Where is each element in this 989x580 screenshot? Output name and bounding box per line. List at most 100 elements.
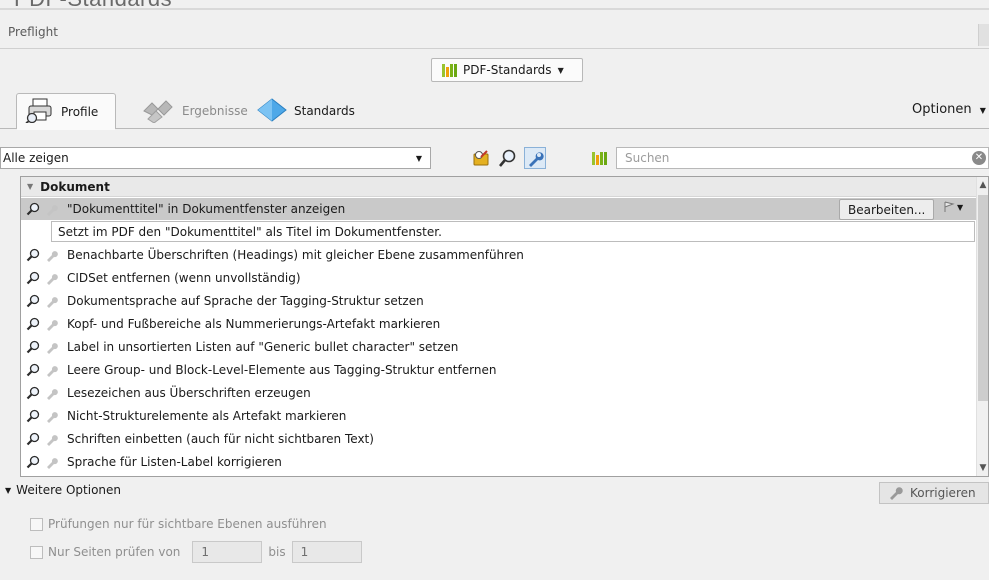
filter-select[interactable]: Alle zeigen ▼	[0, 147, 431, 169]
magnifier-icon	[25, 455, 40, 470]
expand-triangle-icon: ▼	[5, 485, 12, 495]
list-item-label: Benachbarte Überschriften (Headings) mit…	[67, 248, 524, 262]
flag-icon	[944, 201, 955, 212]
list-item[interactable]: Sprache für Listen-Label korrigieren	[21, 451, 976, 473]
list-scrollbar[interactable]: ▲ ▼	[976, 177, 988, 476]
wrench-icon	[44, 455, 59, 470]
wrench-icon	[44, 432, 59, 447]
options-button[interactable]: Optionen ▼	[912, 102, 986, 117]
pdf-standards-label: PDF-Standards	[463, 63, 552, 77]
magnifier-icon	[25, 386, 40, 401]
page-range-label: Nur Seiten prüfen von	[48, 545, 181, 559]
group-label: Dokument	[40, 179, 110, 194]
scroll-down-icon[interactable]: ▼	[977, 463, 988, 473]
collapse-triangle-icon: ▼	[27, 182, 34, 191]
wrench-icon	[44, 363, 59, 378]
wrench-icon	[44, 271, 59, 286]
list-item-label: Kopf- und Fußbereiche als Nummerierungs-…	[67, 317, 441, 331]
chevron-down-icon: ▼	[415, 153, 422, 163]
scroll-up-icon[interactable]: ▲	[977, 180, 988, 190]
tab-profile[interactable]: Profile	[16, 93, 116, 129]
list-item[interactable]: Lesezeichen aus Überschriften erzeugen	[21, 382, 976, 404]
list-item-label: Nicht-Strukturelemente als Artefakt mark…	[67, 409, 347, 423]
wrench-icon	[44, 317, 59, 332]
list-item[interactable]: Label in unsortierten Listen auf "Generi…	[21, 336, 976, 358]
magnifier-icon	[25, 271, 40, 286]
magnifier-icon	[25, 432, 40, 447]
magnifier-icon[interactable]	[497, 147, 519, 169]
window-title: Preflight	[8, 25, 58, 39]
magnifier-icon	[25, 409, 40, 424]
fix-button[interactable]: Korrigieren	[879, 482, 989, 504]
to-label: bis	[268, 545, 286, 559]
pdf-standards-dropdown[interactable]: PDF-Standards ▼	[431, 58, 583, 82]
list-item-label: Dokumentsprache auf Sprache der Tagging-…	[67, 294, 424, 308]
page-range-checkbox[interactable]	[30, 545, 43, 559]
wrench-icon	[44, 248, 59, 263]
list-item-label: Sprache für Listen-Label korrigieren	[67, 455, 282, 469]
list-item[interactable]: Dokumentsprache auf Sprache der Tagging-…	[21, 290, 976, 312]
list-item[interactable]: Leere Group- und Block-Level-Elemente au…	[21, 359, 976, 381]
list-item[interactable]: Schriften einbetten (auch für nicht sich…	[21, 428, 976, 450]
wrench-icon	[44, 294, 59, 309]
tab-standards-label: Standards	[294, 104, 355, 118]
tab-standards[interactable]: Standards	[256, 93, 355, 129]
magnifier-icon	[25, 340, 40, 355]
standards-diamond-icon	[256, 97, 288, 126]
magnifier-icon	[25, 294, 40, 309]
fixup-list: ▼ Dokument "Dokumenttitel" in Dokumentfe…	[20, 176, 989, 477]
scrollbar-thumb[interactable]	[978, 195, 988, 401]
list-item-label: Schriften einbetten (auch für nicht sich…	[67, 432, 374, 446]
search-input[interactable]: Suchen	[616, 147, 989, 169]
wrench-fix-icon[interactable]	[524, 147, 546, 169]
wrench-icon	[44, 340, 59, 355]
options-label: Optionen	[912, 102, 972, 117]
magnifier-icon	[25, 248, 40, 263]
list-item[interactable]: Benachbarte Überschriften (Headings) mit…	[21, 244, 976, 266]
more-options-toggle[interactable]: ▼ Weitere Optionen	[5, 483, 121, 497]
clear-search-icon[interactable]: ✕	[972, 151, 986, 165]
profile-printer-icon	[25, 97, 55, 126]
title-divider	[0, 48, 989, 49]
fix-button-label: Korrigieren	[910, 486, 976, 500]
wrench-icon	[44, 202, 59, 217]
wrench-icon	[888, 484, 904, 503]
item-description: Setzt im PDF den "Dokumenttitel" als Tit…	[51, 221, 975, 242]
check-profile-icon[interactable]	[470, 147, 492, 169]
tab-results[interactable]: Ergebnisse	[140, 93, 248, 129]
visible-layers-checkbox[interactable]	[30, 517, 43, 531]
list-item-selected[interactable]: "Dokumenttitel" in Dokumentfenster anzei…	[21, 198, 976, 220]
list-item[interactable]: Kopf- und Fußbereiche als Nummerierungs-…	[21, 313, 976, 335]
page-from-field[interactable]: 1	[192, 541, 263, 563]
list-item-label: Lesezeichen aus Überschriften erzeugen	[67, 386, 311, 400]
list-item[interactable]: Nicht-Strukturelemente als Artefakt mark…	[21, 405, 976, 427]
wrench-icon	[44, 409, 59, 424]
list-item-label: CIDSet entfernen (wenn unvollständig)	[67, 271, 301, 285]
list-item-label: "Dokumenttitel" in Dokumentfenster anzei…	[67, 202, 346, 216]
magnifier-icon	[25, 317, 40, 332]
standards-bars-icon[interactable]	[588, 147, 610, 169]
wrench-icon	[44, 386, 59, 401]
group-header-dokument[interactable]: ▼ Dokument	[21, 177, 976, 197]
list-item[interactable]: CIDSet entfernen (wenn unvollständig)	[21, 267, 976, 289]
page-to-field[interactable]: 1	[291, 541, 362, 563]
top-divider	[0, 8, 989, 10]
filter-value: Alle zeigen	[3, 151, 69, 165]
more-options-label: Weitere Optionen	[16, 483, 122, 497]
list-item-label: Label in unsortierten Listen auf "Generi…	[67, 340, 459, 354]
standards-bars-icon	[442, 63, 457, 77]
magnifier-icon	[25, 202, 40, 217]
window-scroll-corner	[978, 24, 989, 46]
edit-button[interactable]: Bearbeiten...	[839, 199, 935, 220]
list-item-label: Leere Group- und Block-Level-Elemente au…	[67, 363, 497, 377]
chevron-down-icon: ▼	[957, 202, 964, 212]
faded-heading: PDF-Standards	[14, 0, 172, 12]
tab-results-label: Ergebnisse	[182, 104, 248, 118]
flag-dropdown[interactable]: ▼	[943, 201, 963, 213]
page-range-option[interactable]: Nur Seiten prüfen von 1 bis 1	[30, 541, 362, 563]
visible-layers-option[interactable]: Prüfungen nur für sichtbare Ebenen ausfü…	[30, 517, 327, 531]
magnifier-icon	[25, 363, 40, 378]
chevron-down-icon: ▼	[557, 65, 564, 75]
results-icon	[140, 97, 176, 126]
visible-layers-label: Prüfungen nur für sichtbare Ebenen ausfü…	[48, 517, 327, 531]
